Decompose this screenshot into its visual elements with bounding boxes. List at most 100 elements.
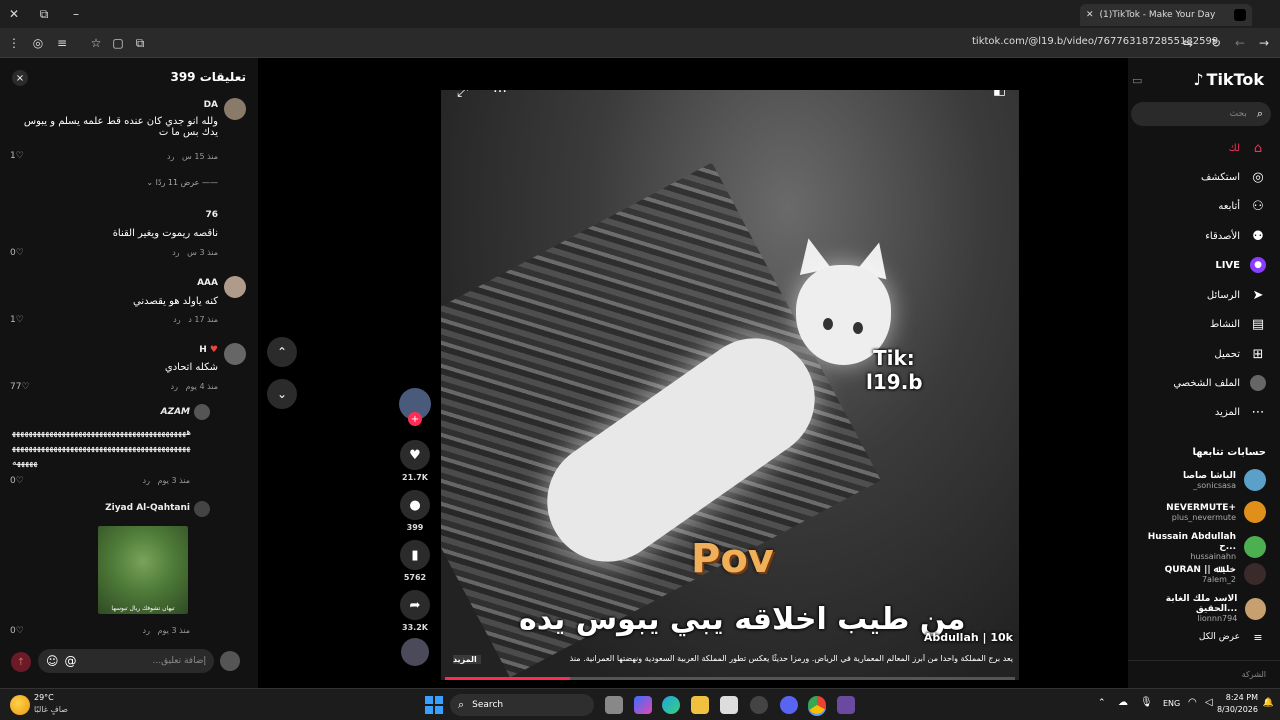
reply-link[interactable]: رد xyxy=(167,152,174,161)
store-icon[interactable] xyxy=(720,696,738,714)
weather-icon[interactable] xyxy=(10,695,30,715)
view-replies-link[interactable]: —— عرض 11 ردًا ⌄ xyxy=(146,178,218,187)
more-options-icon[interactable]: … xyxy=(493,90,507,96)
app-icon[interactable] xyxy=(750,696,768,714)
collapse-sidebar-icon[interactable]: ▭ xyxy=(1132,74,1142,87)
nav-following[interactable]: أتابعه ⚇ xyxy=(1218,198,1266,214)
task-view-icon[interactable] xyxy=(605,696,623,714)
clock-time[interactable]: 8:24 PM xyxy=(1226,693,1258,702)
reply-link[interactable]: رد xyxy=(172,248,179,257)
company-link[interactable]: الشركة xyxy=(1242,670,1266,679)
comment-author[interactable]: DA xyxy=(204,100,218,110)
nav-profile[interactable]: الملف الشخصي xyxy=(1173,375,1266,391)
site-settings-icon[interactable]: ⇋ xyxy=(1178,33,1198,53)
nav-explore[interactable]: استكشف ◎ xyxy=(1201,169,1266,185)
follow-plus-icon[interactable]: + xyxy=(408,412,422,426)
comment-like-button[interactable]: 77♡ xyxy=(10,382,30,392)
screenshot-icon[interactable]: ▢ xyxy=(108,33,128,53)
nav-messages[interactable]: الرسائل ➤ xyxy=(1207,287,1266,303)
volume-icon[interactable]: ◁ xyxy=(1205,697,1213,708)
close-tab-icon[interactable]: ✕ xyxy=(1086,10,1094,20)
like-button[interactable]: ♥ xyxy=(400,440,430,470)
volume-icon[interactable]: ◧ xyxy=(993,90,1006,98)
sound-disc-icon[interactable] xyxy=(401,638,429,666)
windows-start-icon[interactable] xyxy=(425,696,443,714)
comment-like-button[interactable]: 0♡ xyxy=(10,626,24,636)
edge-icon[interactable] xyxy=(662,696,680,714)
microphone-icon[interactable]: 🎙 xyxy=(1140,697,1153,708)
my-avatar[interactable] xyxy=(220,651,240,671)
video-progress-track[interactable] xyxy=(445,677,1015,680)
file-explorer-icon[interactable] xyxy=(691,696,709,714)
following-account[interactable]: الباشا صاصا _sonicsasa xyxy=(1183,469,1266,491)
comment-author[interactable]: 76 xyxy=(205,210,218,220)
avatar[interactable] xyxy=(224,343,246,365)
tab-tiktok[interactable]: ✕ (1)TikTok - Make Your Day xyxy=(1080,4,1252,26)
save-button[interactable]: ▮ xyxy=(400,540,430,570)
menu-icon[interactable]: ⋮ xyxy=(4,33,24,53)
forward-icon[interactable]: ← xyxy=(1230,33,1250,53)
fullscreen-icon[interactable]: ⤢ xyxy=(457,90,468,100)
reply-link[interactable]: رد xyxy=(143,476,150,485)
see-all-following[interactable]: عرض الكل ≡ xyxy=(1199,629,1266,645)
comment-like-button[interactable]: 1♡ xyxy=(10,151,24,161)
nav-friends[interactable]: الأصدقاء ⚉ xyxy=(1205,228,1266,244)
comment-like-button[interactable]: 1♡ xyxy=(10,315,24,325)
following-account[interactable]: Hussain Abdullah ح... hussainahn xyxy=(1128,532,1266,561)
clock-date[interactable]: 8/30/2026 xyxy=(1217,705,1258,714)
extension-icon[interactable]: ⧉ xyxy=(130,33,150,53)
nav-activity[interactable]: النشاط ▤ xyxy=(1210,316,1266,332)
minimize-icon[interactable]: – xyxy=(66,4,86,24)
copilot-icon[interactable] xyxy=(634,696,652,714)
comment-author[interactable]: AZAM xyxy=(161,407,190,417)
see-more-link[interactable]: المزيد xyxy=(453,655,481,664)
mention-icon[interactable]: @ xyxy=(65,654,77,668)
next-video-button[interactable]: ⌄ xyxy=(267,379,297,409)
nav-upload[interactable]: تحميل ⊞ xyxy=(1214,346,1266,362)
tab-search-icon[interactable]: ⧉ xyxy=(34,4,54,24)
comment-button[interactable]: ● xyxy=(400,490,430,520)
avatar[interactable] xyxy=(224,98,246,120)
creator-avatar[interactable]: + xyxy=(399,388,431,426)
following-account[interactable]: الاسد ملك الغابة الحقيق... lionnn794 xyxy=(1128,594,1266,623)
following-account[interactable]: NEVERMUTE+ plus_nevermute xyxy=(1166,501,1266,523)
post-comment-button[interactable]: ↑ xyxy=(11,652,31,672)
comment-author[interactable]: Ziyad Al-Qahtani xyxy=(105,503,190,513)
reload-icon[interactable]: ↻ xyxy=(1206,33,1226,53)
comment-author[interactable]: AAA xyxy=(197,278,218,288)
reply-link[interactable]: رد xyxy=(171,382,178,391)
comment-like-button[interactable]: 0♡ xyxy=(10,248,24,258)
share-button[interactable]: ➦ xyxy=(400,590,430,620)
nav-for-you[interactable]: لك ⌂ xyxy=(1229,140,1266,156)
previous-video-button[interactable]: ⌃ xyxy=(267,337,297,367)
chrome-icon[interactable] xyxy=(808,696,826,714)
back-icon[interactable]: → xyxy=(1254,33,1274,53)
search-input[interactable]: بحث ⌕ xyxy=(1131,102,1271,126)
comment-input[interactable]: ☺ @ ...إضافة تعليق xyxy=(38,649,214,673)
nav-live[interactable]: LIVE ● xyxy=(1215,257,1266,273)
network-icon[interactable]: ☁ xyxy=(1118,697,1128,708)
notification-icon[interactable]: 🔔 xyxy=(1263,698,1274,708)
profile-icon[interactable]: ◎ xyxy=(28,33,48,53)
taskbar-search[interactable]: ⌕ Search xyxy=(450,694,594,716)
reply-link[interactable]: رد xyxy=(143,626,150,635)
avatar[interactable] xyxy=(194,501,210,517)
video-author[interactable]: Abdullah | 10k xyxy=(924,631,1013,644)
reply-link[interactable]: رد xyxy=(173,315,180,324)
following-account[interactable]: QURAN || خليـﷲ 7alem_2 xyxy=(1165,563,1266,585)
customize-icon[interactable]: ≡ xyxy=(52,33,72,53)
close-comments-button[interactable]: × xyxy=(12,70,28,86)
avatar[interactable] xyxy=(194,404,210,420)
emoji-icon[interactable]: ☺ xyxy=(46,654,59,668)
video-player[interactable]: ⤢ … ◧ Tik: l19.b Pov من طيب اخلاقه يبي ي… xyxy=(441,90,1019,680)
comment-image[interactable]: تيهان تشوفك ريال تبوسها xyxy=(98,526,188,614)
close-window-icon[interactable]: ✕ xyxy=(4,4,24,24)
bookmark-star-icon[interactable]: ☆ xyxy=(86,33,106,53)
comment-author[interactable]: H ♥ xyxy=(199,345,218,355)
nav-more[interactable]: المزيد ⋯ xyxy=(1215,404,1266,420)
discord-icon[interactable] xyxy=(780,696,798,714)
wifi-icon[interactable]: ◠ xyxy=(1188,697,1197,708)
avatar[interactable] xyxy=(224,276,246,298)
language-indicator[interactable]: ENG xyxy=(1163,699,1180,708)
show-hidden-icons[interactable]: ⌃ xyxy=(1098,698,1106,708)
